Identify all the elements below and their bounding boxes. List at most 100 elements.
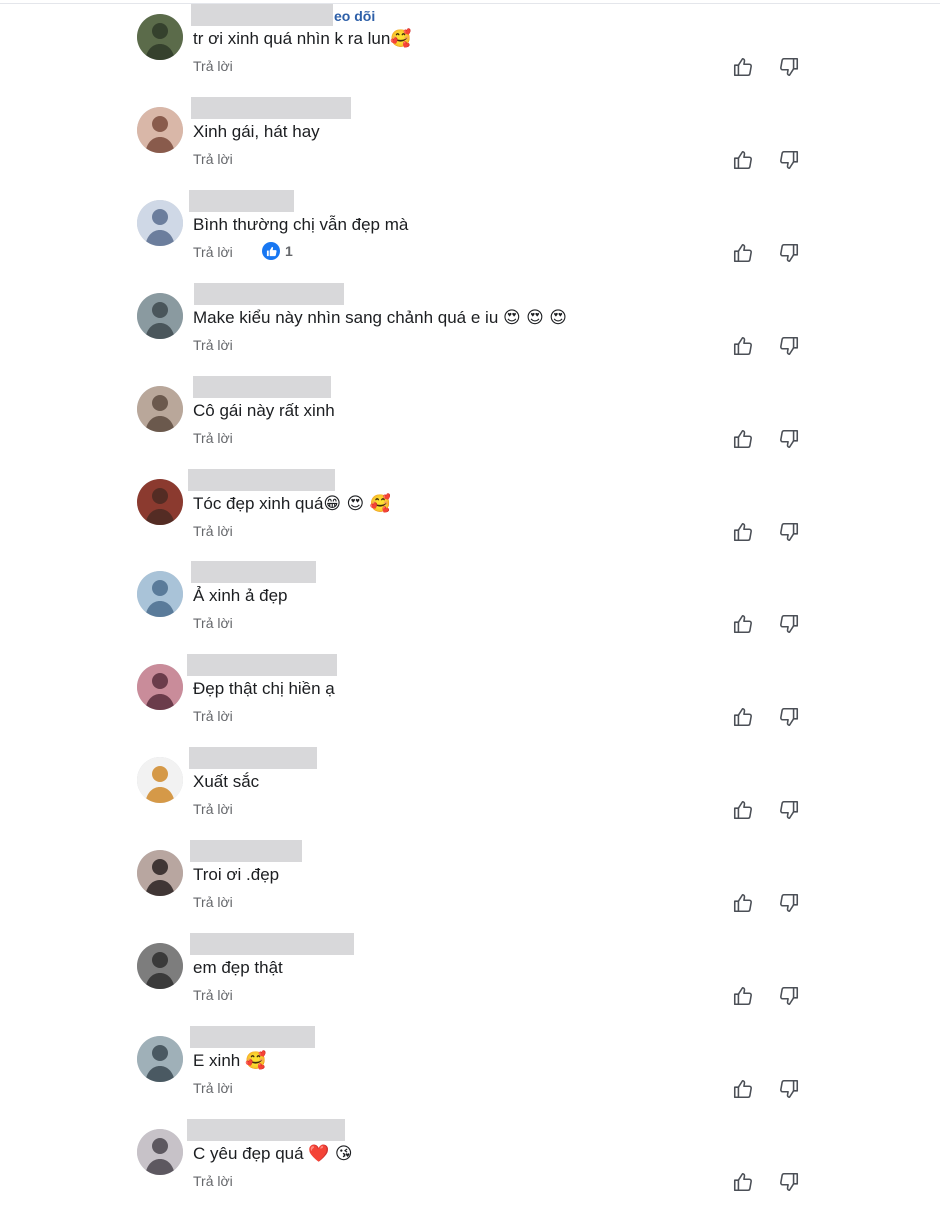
avatar[interactable] xyxy=(137,757,183,803)
follow-link[interactable]: eo dõi xyxy=(334,8,375,24)
reply-link[interactable]: Trả lời xyxy=(193,801,233,817)
reply-link[interactable]: Trả lời xyxy=(193,430,233,446)
avatar[interactable] xyxy=(137,850,183,896)
comment-body: E xinh xyxy=(193,1051,245,1070)
redacted-author-name xyxy=(191,561,316,583)
reply-link[interactable]: Trả lời xyxy=(193,523,233,539)
avatar[interactable] xyxy=(137,1129,183,1175)
comment-item: Xinh gái, hát hay Trả lời xyxy=(0,97,940,200)
comment-item: Cô gái này rất xinh Trả lời xyxy=(0,376,940,479)
avatar[interactable] xyxy=(137,107,183,153)
thumbs-down-icon[interactable] xyxy=(778,892,800,914)
reply-link[interactable]: Trả lời xyxy=(193,615,233,631)
comment-text: em đẹp thật xyxy=(193,958,283,978)
thumbs-down-icon[interactable] xyxy=(778,799,800,821)
avatar[interactable] xyxy=(137,293,183,339)
thumbs-down-icon[interactable] xyxy=(778,335,800,357)
thumbs-down-icon[interactable] xyxy=(778,1078,800,1100)
thumbs-down-icon[interactable] xyxy=(778,706,800,728)
comment-item: Make kiểu này nhìn sang chảnh quá e iu 😍… xyxy=(0,283,940,386)
like-reaction-summary[interactable]: 1 xyxy=(262,242,293,260)
avatar[interactable] xyxy=(137,571,183,617)
thumbs-down-icon[interactable] xyxy=(778,1171,800,1193)
comment-text: Xuất sắc xyxy=(193,772,259,792)
comment-emoji: 😁 😍 🥰 xyxy=(323,494,391,514)
comment-item: em đẹp thật Trả lời xyxy=(0,933,940,1036)
comment-body: tr ơi xinh quá nhìn k ra lun xyxy=(193,29,391,48)
avatar[interactable] xyxy=(137,943,183,989)
comment-text: E xinh 🥰 xyxy=(193,1051,266,1071)
redacted-author-name xyxy=(189,190,294,212)
comment-body: Tóc đẹp xinh quá xyxy=(193,494,324,513)
comment-item: Đẹp thật chị hiền ạ Trả lời xyxy=(0,654,940,757)
thumbs-up-icon[interactable] xyxy=(732,613,754,635)
avatar[interactable] xyxy=(137,200,183,246)
comment-item: Tóc đẹp xinh quá😁 😍 🥰 Trả lời xyxy=(0,469,940,572)
avatar[interactable] xyxy=(137,664,183,710)
comment-body: Đẹp thật chị hiền ạ xyxy=(193,679,335,698)
redacted-author-name xyxy=(191,4,333,26)
reply-link[interactable]: Trả lời xyxy=(193,708,233,724)
thumbs-up-icon[interactable] xyxy=(732,428,754,450)
thumbs-up-icon[interactable] xyxy=(732,985,754,1007)
redacted-author-name xyxy=(189,747,317,769)
thumbs-down-icon[interactable] xyxy=(778,242,800,264)
comment-body: C yêu đẹp quá xyxy=(193,1144,309,1163)
reply-link[interactable]: Trả lời xyxy=(193,1080,233,1096)
reply-link[interactable]: Trả lời xyxy=(193,244,233,260)
comment-item: E xinh 🥰 Trả lời xyxy=(0,1026,940,1129)
avatar[interactable] xyxy=(137,1036,183,1082)
comment-emoji: 🥰 xyxy=(244,1051,267,1071)
thumbs-up-icon[interactable] xyxy=(732,799,754,821)
reply-link[interactable]: Trả lời xyxy=(193,151,233,167)
thumbs-up-icon[interactable] xyxy=(732,521,754,543)
redacted-author-name xyxy=(190,1026,315,1048)
redacted-author-name xyxy=(194,283,344,305)
comment-text: Make kiểu này nhìn sang chảnh quá e iu 😍… xyxy=(193,308,567,328)
avatar[interactable] xyxy=(137,14,183,60)
redacted-author-name xyxy=(187,654,337,676)
thumbs-down-icon[interactable] xyxy=(778,149,800,171)
comment-text: tr ơi xinh quá nhìn k ra lun🥰 xyxy=(193,29,411,49)
comment-text: Tóc đẹp xinh quá😁 😍 🥰 xyxy=(193,494,391,514)
thumbs-down-icon[interactable] xyxy=(778,56,800,78)
redacted-author-name xyxy=(191,97,351,119)
comment-emoji: 😍 😍 😍 xyxy=(503,308,567,328)
reply-link[interactable]: Trả lời xyxy=(193,58,233,74)
thumbs-up-icon[interactable] xyxy=(732,149,754,171)
thumbs-down-icon[interactable] xyxy=(778,428,800,450)
thumbs-down-icon[interactable] xyxy=(778,985,800,1007)
thumbs-down-icon[interactable] xyxy=(778,613,800,635)
avatar[interactable] xyxy=(137,386,183,432)
reply-link[interactable]: Trả lời xyxy=(193,894,233,910)
comment-item: C yêu đẹp quá ❤️ 😘 Trả lời xyxy=(0,1119,940,1222)
redacted-author-name xyxy=(190,933,354,955)
comment-text: Xinh gái, hát hay xyxy=(193,122,320,142)
thumbs-up-icon[interactable] xyxy=(732,242,754,264)
comment-emoji: ❤️ 😘 xyxy=(308,1144,353,1164)
comment-body: Ả xinh ả đẹp xyxy=(193,586,288,605)
like-reaction-icon xyxy=(262,242,280,260)
comment-item: eo dõi tr ơi xinh quá nhìn k ra lun🥰 Trả l… xyxy=(0,4,940,107)
thumbs-up-icon[interactable] xyxy=(732,1078,754,1100)
comment-emoji: 🥰 xyxy=(390,29,412,49)
comment-body: Xuất sắc xyxy=(193,772,260,791)
thumbs-up-icon[interactable] xyxy=(732,1171,754,1193)
reply-link[interactable]: Trả lời xyxy=(193,1173,233,1189)
comment-text: Troi ơi .đẹp xyxy=(193,865,279,885)
thumbs-up-icon[interactable] xyxy=(732,706,754,728)
comment-item: Troi ơi .đẹp Trả lời xyxy=(0,840,940,943)
thumbs-down-icon[interactable] xyxy=(778,521,800,543)
thumbs-up-icon[interactable] xyxy=(732,335,754,357)
avatar[interactable] xyxy=(137,479,183,525)
comment-text: C yêu đẹp quá ❤️ 😘 xyxy=(193,1144,353,1164)
comment-body: Bình thường chị vẫn đẹp mà xyxy=(193,215,409,234)
redacted-author-name xyxy=(188,469,335,491)
reply-link[interactable]: Trả lời xyxy=(193,987,233,1003)
comment-text: Bình thường chị vẫn đẹp mà xyxy=(193,215,408,235)
thumbs-up-icon[interactable] xyxy=(732,56,754,78)
reply-link[interactable]: Trả lời xyxy=(193,337,233,353)
thumbs-up-icon[interactable] xyxy=(732,892,754,914)
redacted-author-name xyxy=(190,840,302,862)
comment-body: em đẹp thật xyxy=(193,958,283,977)
